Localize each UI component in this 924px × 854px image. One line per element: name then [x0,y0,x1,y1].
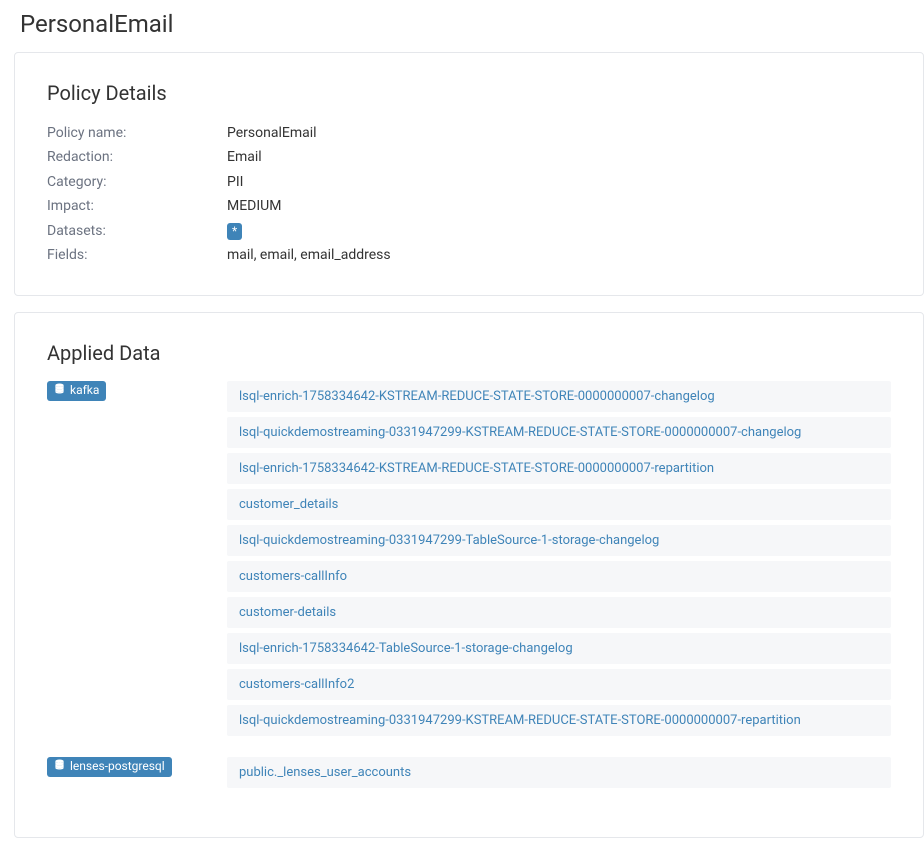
database-icon [54,383,65,399]
applied-data-card: Applied Data kafka lsql-enrich-1758334642… [14,312,924,838]
policy-detail-row: Redaction:Email [47,145,891,169]
policy-detail-row: Datasets:* [47,219,891,243]
policy-detail-value: MEDIUM [227,195,281,217]
source-name: lenses-postgresql [70,759,165,775]
page-title: PersonalEmail [0,0,924,52]
topic-link[interactable]: lsql-quickdemostreaming-0331947299-KSTRE… [227,417,891,448]
topic-link[interactable]: customer_details [227,489,891,520]
applied-data-heading: Applied Data [47,341,891,365]
topic-link[interactable]: lsql-enrich-1758334642-KSTREAM-REDUCE-ST… [227,453,891,484]
policy-detail-label: Category: [47,171,227,193]
topic-link[interactable]: lsql-enrich-1758334642-KSTREAM-REDUCE-ST… [227,381,891,412]
policy-detail-value: Email [227,146,262,168]
policy-detail-label: Impact: [47,195,227,217]
topic-link[interactable]: public._lenses_user_accounts [227,757,891,788]
policy-detail-label: Fields: [47,244,227,266]
topic-link[interactable]: lsql-quickdemostreaming-0331947299-Table… [227,525,891,556]
policy-detail-value: * [227,220,242,242]
applied-source: lenses-postgresql public._lenses_user_acc… [47,757,891,793]
policy-detail-label: Redaction: [47,146,227,168]
policy-detail-value: PersonalEmail [227,122,317,144]
topic-link[interactable]: customers-callInfo2 [227,669,891,700]
topic-link[interactable]: lsql-quickdemostreaming-0331947299-KSTRE… [227,705,891,736]
source-column: kafka [47,381,227,741]
source-badge-kafka[interactable]: kafka [47,381,106,401]
wildcard-badge: * [227,223,242,240]
source-column: lenses-postgresql [47,757,227,793]
policy-details-heading: Policy Details [47,81,891,105]
policy-detail-label: Policy name: [47,122,227,144]
topic-link[interactable]: customer-details [227,597,891,628]
source-badge-lenses-postgresql[interactable]: lenses-postgresql [47,757,172,777]
applied-source: kafka lsql-enrich-1758334642-KSTREAM-REDU… [47,381,891,741]
topics-column: lsql-enrich-1758334642-KSTREAM-REDUCE-ST… [227,381,891,741]
policy-details-list: Policy name:PersonalEmailRedaction:Email… [47,121,891,267]
policy-detail-row: Fields:mail, email, email_address [47,243,891,267]
policy-detail-label: Datasets: [47,220,227,242]
topic-link[interactable]: lsql-enrich-1758334642-TableSource-1-sto… [227,633,891,664]
policy-detail-row: Policy name:PersonalEmail [47,121,891,145]
database-icon [54,759,65,775]
policy-detail-row: Category:PII [47,170,891,194]
source-name: kafka [70,383,99,399]
policy-details-card: Policy Details Policy name:PersonalEmail… [14,52,924,296]
topics-column: public._lenses_user_accounts [227,757,891,793]
policy-detail-row: Impact:MEDIUM [47,194,891,218]
policy-detail-value: mail, email, email_address [227,244,391,266]
policy-detail-value: PII [227,171,243,193]
topic-link[interactable]: customers-callInfo [227,561,891,592]
